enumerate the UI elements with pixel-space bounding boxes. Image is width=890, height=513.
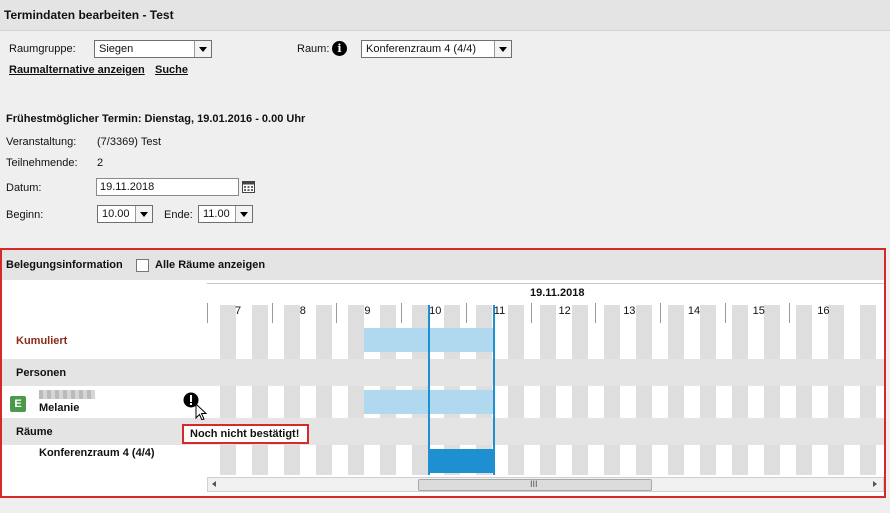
hour-tick-label: 16 — [817, 305, 830, 317]
hour-tick-line — [336, 303, 338, 323]
info-icon[interactable]: i — [332, 41, 347, 56]
timeline-date: 19.11.2018 — [530, 287, 585, 299]
raumgruppe-label: Raumgruppe: — [9, 43, 76, 55]
earliest-date-text: Frühestmöglicher Termin: Dienstag, 19.01… — [6, 113, 306, 125]
scroll-right-icon[interactable] — [873, 481, 877, 487]
grid-stripe — [540, 305, 556, 475]
hour-tick-label: 13 — [623, 305, 636, 317]
date-header-line — [207, 283, 884, 284]
grid-stripe — [252, 305, 268, 475]
room-booking-bar[interactable] — [428, 449, 495, 473]
raeume-label: Räume — [16, 426, 53, 438]
chevron-down-icon[interactable] — [494, 41, 511, 57]
timeline-grid — [207, 305, 884, 475]
hour-tick-line — [207, 303, 208, 323]
hour-tick-line — [271, 303, 273, 323]
hour-tick-line — [465, 303, 467, 323]
raum-select[interactable]: Konferenzraum 4 (4/4) — [361, 40, 512, 58]
beginn-label: Beginn: — [6, 209, 44, 221]
room-name: Konferenzraum 4 (4/4) — [39, 447, 155, 459]
scrollbar-grip: III — [530, 479, 538, 489]
raum-label: Raum: — [297, 43, 330, 55]
grid-stripe — [220, 305, 236, 475]
beginn-select[interactable]: 10.00 — [97, 205, 153, 223]
grid-stripe — [572, 305, 588, 475]
datum-label: Datum: — [6, 182, 42, 194]
hour-tick-label: 15 — [752, 305, 765, 317]
alle-raeume-checkbox[interactable] — [136, 259, 149, 272]
chevron-down-icon[interactable] — [235, 206, 252, 222]
grid-stripe — [604, 305, 620, 475]
suche-link[interactable]: Suche — [155, 64, 188, 76]
warning-icon[interactable] — [183, 392, 211, 420]
grid-stripe — [668, 305, 684, 475]
chevron-down-icon[interactable] — [135, 206, 152, 222]
hour-tick-line — [595, 303, 597, 323]
grid-stripe — [508, 305, 524, 475]
end-marker — [493, 305, 495, 475]
raumalternative-link[interactable]: Raumalternative anzeigen — [9, 64, 145, 76]
personen-label: Personen — [16, 367, 67, 379]
raumgruppe-value: Siegen — [99, 43, 134, 55]
hour-tick-line — [724, 303, 726, 323]
raeume-section — [2, 418, 884, 445]
ende-value: 11.00 — [203, 208, 230, 220]
grid-stripe — [860, 305, 876, 475]
hour-tick-label: 8 — [299, 305, 306, 317]
belegung-title: Belegungsinformation — [6, 259, 123, 271]
belegung-header — [2, 250, 884, 280]
hour-tick-line — [659, 303, 661, 323]
grid-stripe — [284, 305, 300, 475]
datum-value: 19.11.2018 — [100, 181, 155, 193]
hour-tick-label: 14 — [687, 305, 701, 317]
veranstaltung-value: (7/3369) Test — [97, 136, 162, 148]
mouse-cursor-icon — [195, 402, 208, 420]
tooltip: Noch nicht bestätigt! — [182, 424, 309, 444]
calendar-icon[interactable] — [242, 180, 255, 193]
teilnehmende-value: 2 — [97, 157, 104, 169]
tooltip-text: Noch nicht bestätigt! — [190, 428, 300, 440]
window-title: Termindaten bearbeiten - Test — [4, 8, 174, 22]
raum-value: Konferenzraum 4 (4/4) — [366, 43, 477, 55]
grid-stripe — [732, 305, 748, 475]
grid-stripe — [348, 305, 364, 475]
title-bar: Termindaten bearbeiten - Test — [0, 0, 890, 31]
hour-tick-line — [401, 303, 403, 323]
grid-stripe — [828, 305, 844, 475]
hour-tick-label: 10 — [429, 305, 442, 317]
start-marker — [428, 305, 430, 475]
alle-raeume-label[interactable]: Alle Räume anzeigen — [155, 259, 265, 271]
person-badge: E — [10, 396, 26, 412]
grid-stripe — [764, 305, 780, 475]
datum-input[interactable]: 19.11.2018 — [96, 178, 239, 196]
ende-select[interactable]: 11.00 — [198, 205, 253, 223]
personen-section — [2, 359, 884, 386]
chevron-down-icon[interactable] — [194, 41, 211, 57]
grid-stripe — [636, 305, 652, 475]
scroll-left-icon[interactable] — [212, 481, 216, 487]
hour-tick-label: 7 — [235, 305, 242, 317]
hour-tick-label: 9 — [364, 305, 371, 317]
hour-tick-line — [530, 303, 532, 323]
blurred-lastname — [39, 390, 95, 399]
kumuliert-label: Kumuliert — [16, 335, 68, 347]
veranstaltung-label: Veranstaltung: — [6, 136, 77, 148]
hour-tick-label: 11 — [493, 305, 506, 317]
hour-tick-line — [789, 303, 791, 323]
person-name: Melanie — [39, 402, 80, 414]
hour-tick-label: 12 — [558, 305, 571, 317]
teilnehmende-label: Teilnehmende: — [6, 157, 78, 169]
grid-stripe — [796, 305, 812, 475]
beginn-value: 10.00 — [102, 208, 130, 220]
grid-stripe — [700, 305, 716, 475]
ende-label: Ende: — [164, 209, 193, 221]
raumgruppe-select[interactable]: Siegen — [94, 40, 212, 58]
grid-stripe — [316, 305, 332, 475]
